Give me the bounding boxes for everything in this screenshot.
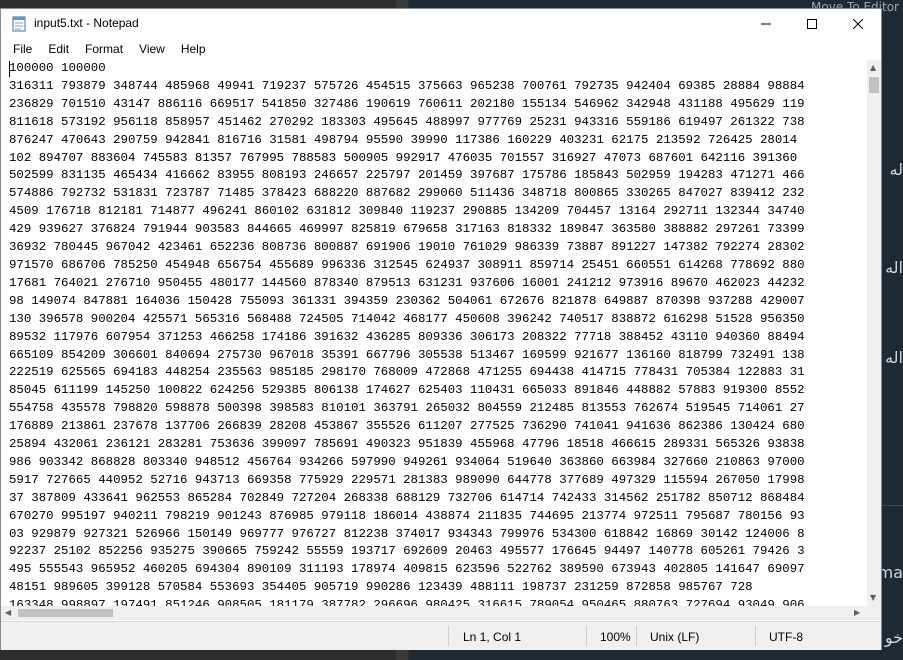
text-line: 665109 854209 306601 840694 275730 96701… — [9, 347, 805, 362]
maximize-icon — [807, 19, 817, 29]
menu-file[interactable]: File — [7, 42, 38, 56]
title-bar[interactable]: input5.txt - Notepad — [1, 9, 881, 39]
text-line: 37 387809 433641 962553 865284 702849 72… — [9, 490, 805, 505]
window-title: input5.txt - Notepad — [34, 16, 139, 30]
status-encoding: UTF-8 — [769, 630, 803, 644]
status-separator — [636, 626, 637, 646]
background-text-fragment: خو — [884, 628, 903, 647]
text-line: 89532 117976 607954 371253 466258 174186… — [9, 329, 805, 344]
status-cursor-position: Ln 1, Col 1 — [463, 630, 522, 644]
text-line: 102 894707 883604 745583 81357 767995 78… — [9, 150, 798, 165]
status-zoom: 100% — [600, 630, 631, 644]
scroll-down-arrow-icon[interactable]: ▼ — [870, 593, 876, 602]
text-line: 100000 100000 — [9, 61, 106, 75]
text-line: 876247 470643 290759 942841 816716 31581… — [9, 132, 798, 147]
text-line: 130 396578 900204 425571 565316 568488 7… — [9, 311, 805, 326]
status-separator — [448, 626, 449, 646]
notepad-icon — [12, 16, 26, 32]
text-line: 236829 701510 43147 886116 669517 541850… — [9, 96, 805, 111]
menu-view[interactable]: View — [133, 42, 171, 56]
menu-help[interactable]: Help — [175, 42, 212, 56]
text-line: 971570 686706 785250 454948 656754 45568… — [9, 257, 805, 272]
text-cursor — [9, 61, 10, 77]
vertical-scrollbar[interactable]: ▲ ▼ — [867, 60, 881, 606]
close-icon — [853, 19, 863, 29]
status-line-ending: Unix (LF) — [650, 630, 700, 644]
text-line: 316311 793879 348744 485968 49941 719237… — [9, 78, 805, 93]
text-editor-area[interactable]: 100000 100000 316311 793879 348744 485968… — [1, 60, 867, 606]
background-text-fragment: اله — [885, 258, 903, 277]
text-line: 554758 435578 798820 598878 500398 39858… — [9, 401, 805, 416]
text-line: 4509 176718 812181 714877 496241 860102 … — [9, 204, 805, 219]
text-line: 986 903342 868828 803340 948512 456764 9… — [9, 454, 805, 469]
text-line: 495 555543 965952 460205 694304 890109 3… — [9, 562, 805, 577]
vertical-scroll-thumb[interactable] — [869, 77, 879, 93]
text-line: 5917 727665 440952 52716 943713 669358 7… — [9, 472, 805, 487]
text-line: 03 929879 927321 526966 150149 969777 97… — [9, 526, 805, 541]
scroll-right-arrow-icon[interactable]: ▶ — [854, 608, 860, 617]
text-line: 222519 625565 694183 448254 235563 98518… — [9, 365, 805, 380]
text-line: 176889 213861 237678 137706 266839 28208… — [9, 419, 805, 434]
close-button[interactable] — [835, 9, 881, 39]
minimize-icon — [761, 23, 771, 25]
text-line: 36932 780445 967042 423461 652236 808736… — [9, 240, 805, 255]
text-line: 85045 611199 145250 100822 624256 529385… — [9, 383, 805, 398]
scroll-left-arrow-icon[interactable]: ◀ — [5, 608, 11, 617]
background-text-fragment: اله — [885, 348, 903, 367]
menu-edit[interactable]: Edit — [42, 42, 75, 56]
text-line: 811618 573192 956118 858957 451462 27029… — [9, 114, 805, 129]
scrollbar-corner — [867, 606, 881, 620]
text-line: 25894 432061 236121 283281 753636 399097… — [9, 437, 805, 452]
text-line: 574886 792732 531831 723787 71485 378423… — [9, 186, 805, 201]
text-line: 429 939627 376824 791944 903583 844665 4… — [9, 222, 805, 237]
text-line: 17681 764021 276710 950455 480177 144560… — [9, 275, 805, 290]
text-line: 163348 998897 197491 851246 908505 18117… — [9, 598, 805, 606]
maximize-button[interactable] — [789, 9, 835, 39]
menu-format[interactable]: Format — [79, 42, 129, 56]
scroll-up-arrow-icon[interactable]: ▲ — [870, 63, 876, 72]
notepad-window: input5.txt - Notepad File Edit Format Vi… — [0, 8, 882, 650]
minimize-button[interactable] — [743, 9, 789, 39]
text-line: 98 149074 847881 164036 150428 755093 36… — [9, 293, 805, 308]
text-line: 48151 989605 399128 570584 553693 354405… — [9, 580, 753, 595]
background-text-fragment: له — [889, 160, 903, 179]
text-line: 670270 995197 940211 798219 901243 87698… — [9, 508, 805, 523]
status-separator — [586, 626, 587, 646]
text-line: 502599 831135 465434 416662 83955 808193… — [9, 168, 805, 183]
text-line: 92237 25102 852256 935275 390665 759242 … — [9, 544, 805, 559]
horizontal-scroll-thumb[interactable] — [18, 609, 113, 617]
menu-bar: File Edit Format View Help — [1, 39, 881, 59]
status-bar: Ln 1, Col 1 100% Unix (LF) UTF-8 — [1, 621, 881, 650]
status-separator — [755, 626, 756, 646]
horizontal-scrollbar[interactable]: ◀ ▶ — [1, 606, 867, 620]
